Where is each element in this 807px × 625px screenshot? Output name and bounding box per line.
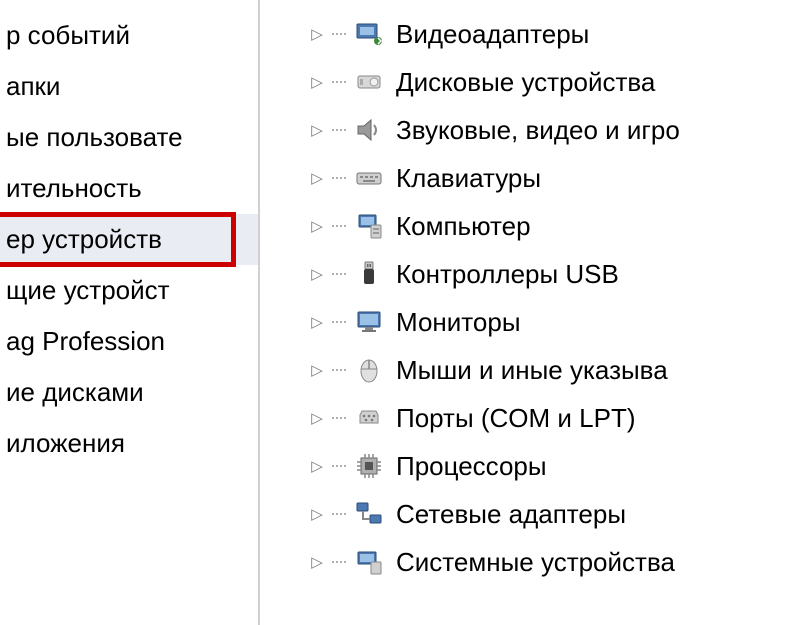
tree-connector	[332, 129, 346, 131]
sidebar-item-event-viewer[interactable]: р событий	[0, 10, 258, 61]
device-category-label: Порты (COM и LPT)	[396, 403, 635, 434]
sidebar-item-label: р событий	[6, 20, 130, 51]
speaker-icon	[354, 115, 384, 145]
sidebar-item-label: ые пользовате	[6, 122, 183, 153]
device-category-computer[interactable]: ▷ Компьютер	[310, 202, 807, 250]
expand-icon[interactable]: ▷	[310, 411, 324, 425]
tree-connector	[332, 177, 346, 179]
device-category-ports[interactable]: ▷ Порты (COM и LPT)	[310, 394, 807, 442]
sidebar-item-label: ag Profession	[6, 326, 165, 357]
network-icon	[354, 499, 384, 529]
tree-connector	[332, 33, 346, 35]
device-category-label: Компьютер	[396, 211, 531, 242]
expand-icon[interactable]: ▷	[310, 219, 324, 233]
sidebar-item-defrag[interactable]: ag Profession	[0, 316, 258, 367]
disk-drive-icon	[354, 67, 384, 97]
mouse-icon	[354, 355, 384, 385]
expand-icon[interactable]: ▷	[310, 363, 324, 377]
device-category-label: Дисковые устройства	[396, 67, 655, 98]
device-category-label: Мыши и иные указыва	[396, 355, 668, 386]
device-category-sound[interactable]: ▷ Звуковые, видео и игро	[310, 106, 807, 154]
device-category-label: Звуковые, видео и игро	[396, 115, 680, 146]
tree-connector	[332, 273, 346, 275]
device-category-network-adapters[interactable]: ▷ Сетевые адаптеры	[310, 490, 807, 538]
usb-icon	[354, 259, 384, 289]
expand-icon[interactable]: ▷	[310, 75, 324, 89]
expand-icon[interactable]: ▷	[310, 27, 324, 41]
sidebar-item-label: апки	[6, 71, 60, 102]
sidebar-item-users[interactable]: ые пользовате	[0, 112, 258, 163]
sidebar-item-label: иложения	[6, 428, 125, 459]
sidebar-item-storage[interactable]: щие устройст	[0, 265, 258, 316]
sidebar-item-performance[interactable]: ительность	[0, 163, 258, 214]
tree-connector	[332, 321, 346, 323]
sidebar-item-label: ительность	[6, 173, 142, 204]
display-adapter-icon	[354, 19, 384, 49]
device-category-usb-controllers[interactable]: ▷ Контроллеры USB	[310, 250, 807, 298]
keyboard-icon	[354, 163, 384, 193]
expand-icon[interactable]: ▷	[310, 267, 324, 281]
device-category-keyboards[interactable]: ▷ Клавиатуры	[310, 154, 807, 202]
processor-icon	[354, 451, 384, 481]
tree-connector	[332, 465, 346, 467]
port-icon	[354, 403, 384, 433]
computer-icon	[354, 211, 384, 241]
device-category-monitors[interactable]: ▷ Мониторы	[310, 298, 807, 346]
expand-icon[interactable]: ▷	[310, 315, 324, 329]
tree-connector	[332, 561, 346, 563]
sidebar-item-folders[interactable]: апки	[0, 61, 258, 112]
sidebar-item-label: ие дисками	[6, 377, 144, 408]
device-category-label: Клавиатуры	[396, 163, 541, 194]
tree-connector	[332, 225, 346, 227]
device-category-display-adapters[interactable]: ▷ Видеоадаптеры	[310, 10, 807, 58]
sidebar-item-label: ер устройств	[6, 224, 162, 255]
sidebar-item-device-manager[interactable]: ер устройств	[0, 214, 258, 265]
expand-icon[interactable]: ▷	[310, 171, 324, 185]
tree-connector	[332, 81, 346, 83]
expand-icon[interactable]: ▷	[310, 459, 324, 473]
device-category-disk-drives[interactable]: ▷ Дисковые устройства	[310, 58, 807, 106]
sidebar-item-applications[interactable]: иложения	[0, 418, 258, 469]
device-category-mice[interactable]: ▷ Мыши и иные указыва	[310, 346, 807, 394]
device-category-label: Мониторы	[396, 307, 521, 338]
expand-icon[interactable]: ▷	[310, 555, 324, 569]
tree-connector	[332, 369, 346, 371]
device-tree: ▷ Видеоадаптеры ▷ Дисковые устройства ▷ …	[260, 0, 807, 625]
device-category-processors[interactable]: ▷ Процессоры	[310, 442, 807, 490]
tree-connector	[332, 417, 346, 419]
device-category-label: Видеоадаптеры	[396, 19, 589, 50]
device-category-label: Сетевые адаптеры	[396, 499, 626, 530]
device-category-label: Системные устройства	[396, 547, 675, 578]
monitor-icon	[354, 307, 384, 337]
expand-icon[interactable]: ▷	[310, 123, 324, 137]
system-icon	[354, 547, 384, 577]
expand-icon[interactable]: ▷	[310, 507, 324, 521]
device-category-system-devices[interactable]: ▷ Системные устройства	[310, 538, 807, 586]
sidebar-item-disk-management[interactable]: ие дисками	[0, 367, 258, 418]
tree-connector	[332, 513, 346, 515]
device-category-label: Процессоры	[396, 451, 547, 482]
sidebar-item-label: щие устройст	[6, 275, 170, 306]
device-category-label: Контроллеры USB	[396, 259, 619, 290]
sidebar-navigation: р событий апки ые пользовате ительность …	[0, 0, 260, 625]
